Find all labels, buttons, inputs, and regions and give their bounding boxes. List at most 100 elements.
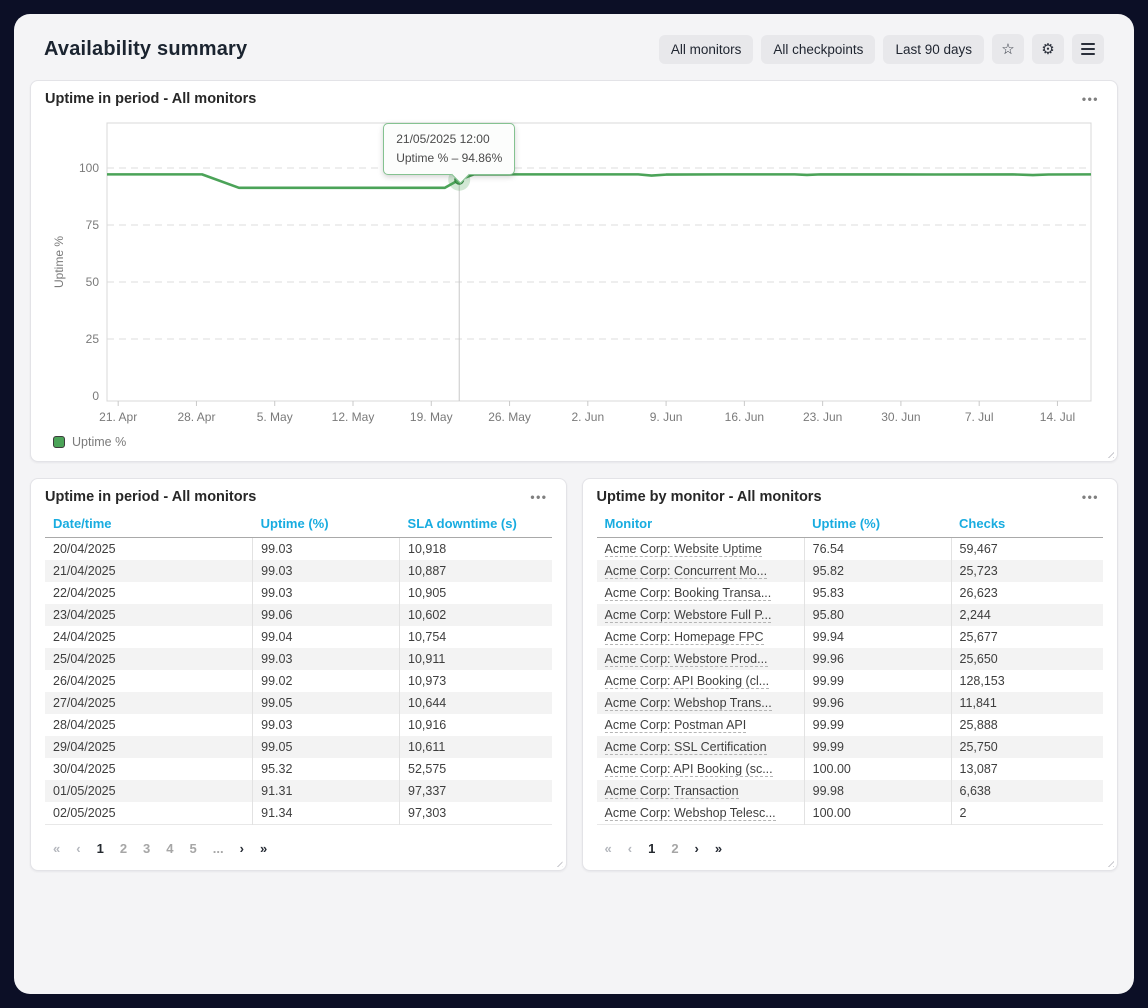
table-cell: 76.54: [804, 538, 951, 561]
chart-tooltip: 21/05/2025 12:00 Uptime % – 94.86%: [383, 123, 515, 175]
table-cell: 99.99: [804, 670, 951, 692]
svg-text:30. Jun: 30. Jun: [881, 410, 920, 424]
table-row: 27/04/202599.0510,644: [45, 692, 552, 714]
pagination-page-1[interactable]: 1: [97, 841, 104, 856]
table-cell: 99.98: [804, 780, 951, 802]
pagination-page-5[interactable]: 5: [190, 841, 197, 856]
table-cell: 28/04/2025: [45, 714, 253, 736]
column-header-checks[interactable]: Checks: [951, 513, 1103, 538]
table-cell: 22/04/2025: [45, 582, 253, 604]
column-header-monitor[interactable]: Monitor: [597, 513, 805, 538]
table-cell: 25,650: [951, 648, 1103, 670]
monitor-link[interactable]: Acme Corp: API Booking (sc...: [605, 762, 773, 777]
table-cell: 10,611: [400, 736, 552, 758]
pagination-page-4[interactable]: 4: [166, 841, 173, 856]
filter-all-checkpoints-button[interactable]: All checkpoints: [761, 35, 875, 64]
pagination-last[interactable]: »: [715, 841, 722, 856]
pagination-page-2[interactable]: 2: [671, 841, 678, 856]
table-cell: Acme Corp: API Booking (cl...: [597, 670, 805, 692]
table-cell: 25/04/2025: [45, 648, 253, 670]
column-header-uptime[interactable]: Uptime (%): [804, 513, 951, 538]
monitor-link[interactable]: Acme Corp: Website Uptime: [605, 542, 762, 557]
table-cell: 95.80: [804, 604, 951, 626]
column-header-sla-downtime[interactable]: SLA downtime (s): [400, 513, 552, 538]
table-cell: 99.03: [253, 714, 400, 736]
pagination-prev[interactable]: ‹: [76, 841, 80, 856]
left-table-pagination: «‹12345...›»: [53, 841, 552, 856]
svg-text:19. May: 19. May: [410, 410, 453, 424]
table-row: Acme Corp: API Booking (cl...99.99128,15…: [597, 670, 1104, 692]
monitor-link[interactable]: Acme Corp: Webstore Full P...: [605, 608, 772, 623]
monitor-link[interactable]: Acme Corp: API Booking (cl...: [605, 674, 770, 689]
svg-text:2. Jun: 2. Jun: [571, 410, 604, 424]
monitor-link[interactable]: Acme Corp: Homepage FPC: [605, 630, 764, 645]
column-header-uptime[interactable]: Uptime (%): [253, 513, 400, 538]
table-cell: 10,602: [400, 604, 552, 626]
more-options-icon: •••: [530, 490, 547, 504]
resize-handle-icon[interactable]: [1105, 449, 1114, 458]
pagination-first[interactable]: «: [605, 841, 612, 856]
left-table-more-options-button[interactable]: •••: [526, 489, 551, 505]
table-cell: Acme Corp: Webstore Prod...: [597, 648, 805, 670]
chart-more-options-button[interactable]: •••: [1078, 91, 1103, 107]
table-row: Acme Corp: SSL Certification 99.9925,750: [597, 736, 1104, 758]
filter-date-range-button[interactable]: Last 90 days: [883, 35, 984, 64]
table-row: Acme Corp: Transaction 99.986,638: [597, 780, 1104, 802]
uptime-period-table-card: Uptime in period - All monitors ••• Date…: [30, 478, 567, 871]
uptime-period-table: Date/time Uptime (%) SLA downtime (s) 20…: [45, 513, 552, 825]
table-cell: Acme Corp: API Booking (sc...: [597, 758, 805, 780]
table-cell: 95.82: [804, 560, 951, 582]
pagination-next[interactable]: ›: [695, 841, 699, 856]
pagination-page-1[interactable]: 1: [648, 841, 655, 856]
more-options-icon: •••: [1082, 92, 1099, 106]
table-row: 26/04/202599.0210,973: [45, 670, 552, 692]
table-cell: Acme Corp: Homepage FPC: [597, 626, 805, 648]
table-cell: 95.83: [804, 582, 951, 604]
uptime-by-monitor-table-card: Uptime by monitor - All monitors ••• Mon…: [582, 478, 1119, 871]
tooltip-value: Uptime % – 94.86%: [396, 149, 502, 168]
table-cell: 25,750: [951, 736, 1103, 758]
settings-button[interactable]: ⚙: [1032, 34, 1064, 64]
table-row: 30/04/202595.3252,575: [45, 758, 552, 780]
table-row: 29/04/202599.0510,611: [45, 736, 552, 758]
pagination-prev[interactable]: ‹: [628, 841, 632, 856]
svg-text:9. Jun: 9. Jun: [650, 410, 683, 424]
pagination-next[interactable]: ›: [240, 841, 244, 856]
monitor-link[interactable]: Acme Corp: Booking Transa...: [605, 586, 772, 601]
filter-all-monitors-button[interactable]: All monitors: [659, 35, 754, 64]
resize-handle-icon[interactable]: [554, 858, 563, 867]
table-cell: 95.32: [253, 758, 400, 780]
monitor-link[interactable]: Acme Corp: Transaction: [605, 784, 739, 799]
pagination-page-3[interactable]: 3: [143, 841, 150, 856]
table-cell: 99.99: [804, 736, 951, 758]
right-table-more-options-button[interactable]: •••: [1078, 489, 1103, 505]
uptime-chart-card: Uptime in period - All monitors ••• 0255…: [30, 80, 1118, 462]
pagination-first[interactable]: «: [53, 841, 60, 856]
menu-button[interactable]: [1072, 34, 1104, 64]
table-cell: 10,887: [400, 560, 552, 582]
chart-card-head: Uptime in period - All monitors •••: [45, 91, 1103, 107]
pagination-page-2[interactable]: 2: [120, 841, 127, 856]
table-cell: 6,638: [951, 780, 1103, 802]
table-cell: 99.99: [804, 714, 951, 736]
table-row: 02/05/202591.3497,303: [45, 802, 552, 825]
tables-row: Uptime in period - All monitors ••• Date…: [30, 478, 1118, 871]
monitor-link[interactable]: Acme Corp: SSL Certification: [605, 740, 767, 755]
chart-legend: Uptime %: [45, 431, 1103, 457]
monitor-link[interactable]: Acme Corp: Webshop Trans...: [605, 696, 772, 711]
column-header-datetime[interactable]: Date/time: [45, 513, 253, 538]
table-cell: 91.31: [253, 780, 400, 802]
svg-text:23. Jun: 23. Jun: [803, 410, 842, 424]
monitor-link[interactable]: Acme Corp: Concurrent Mo...: [605, 564, 768, 579]
favorite-button[interactable]: ☆: [992, 34, 1024, 64]
svg-text:21. Apr: 21. Apr: [99, 410, 137, 424]
monitor-link[interactable]: Acme Corp: Webshop Telesc...: [605, 806, 776, 821]
table-row: 24/04/202599.0410,754: [45, 626, 552, 648]
pagination-last[interactable]: »: [260, 841, 267, 856]
legend-swatch-uptime: [53, 436, 65, 448]
monitor-link[interactable]: Acme Corp: Postman API: [605, 718, 747, 733]
monitor-link[interactable]: Acme Corp: Webstore Prod...: [605, 652, 768, 667]
uptime-chart[interactable]: 0255075100Uptime %21. Apr28. Apr5. May12…: [45, 113, 1101, 431]
resize-handle-icon[interactable]: [1105, 858, 1114, 867]
table-row: Acme Corp: Website Uptime76.5459,467: [597, 538, 1104, 561]
